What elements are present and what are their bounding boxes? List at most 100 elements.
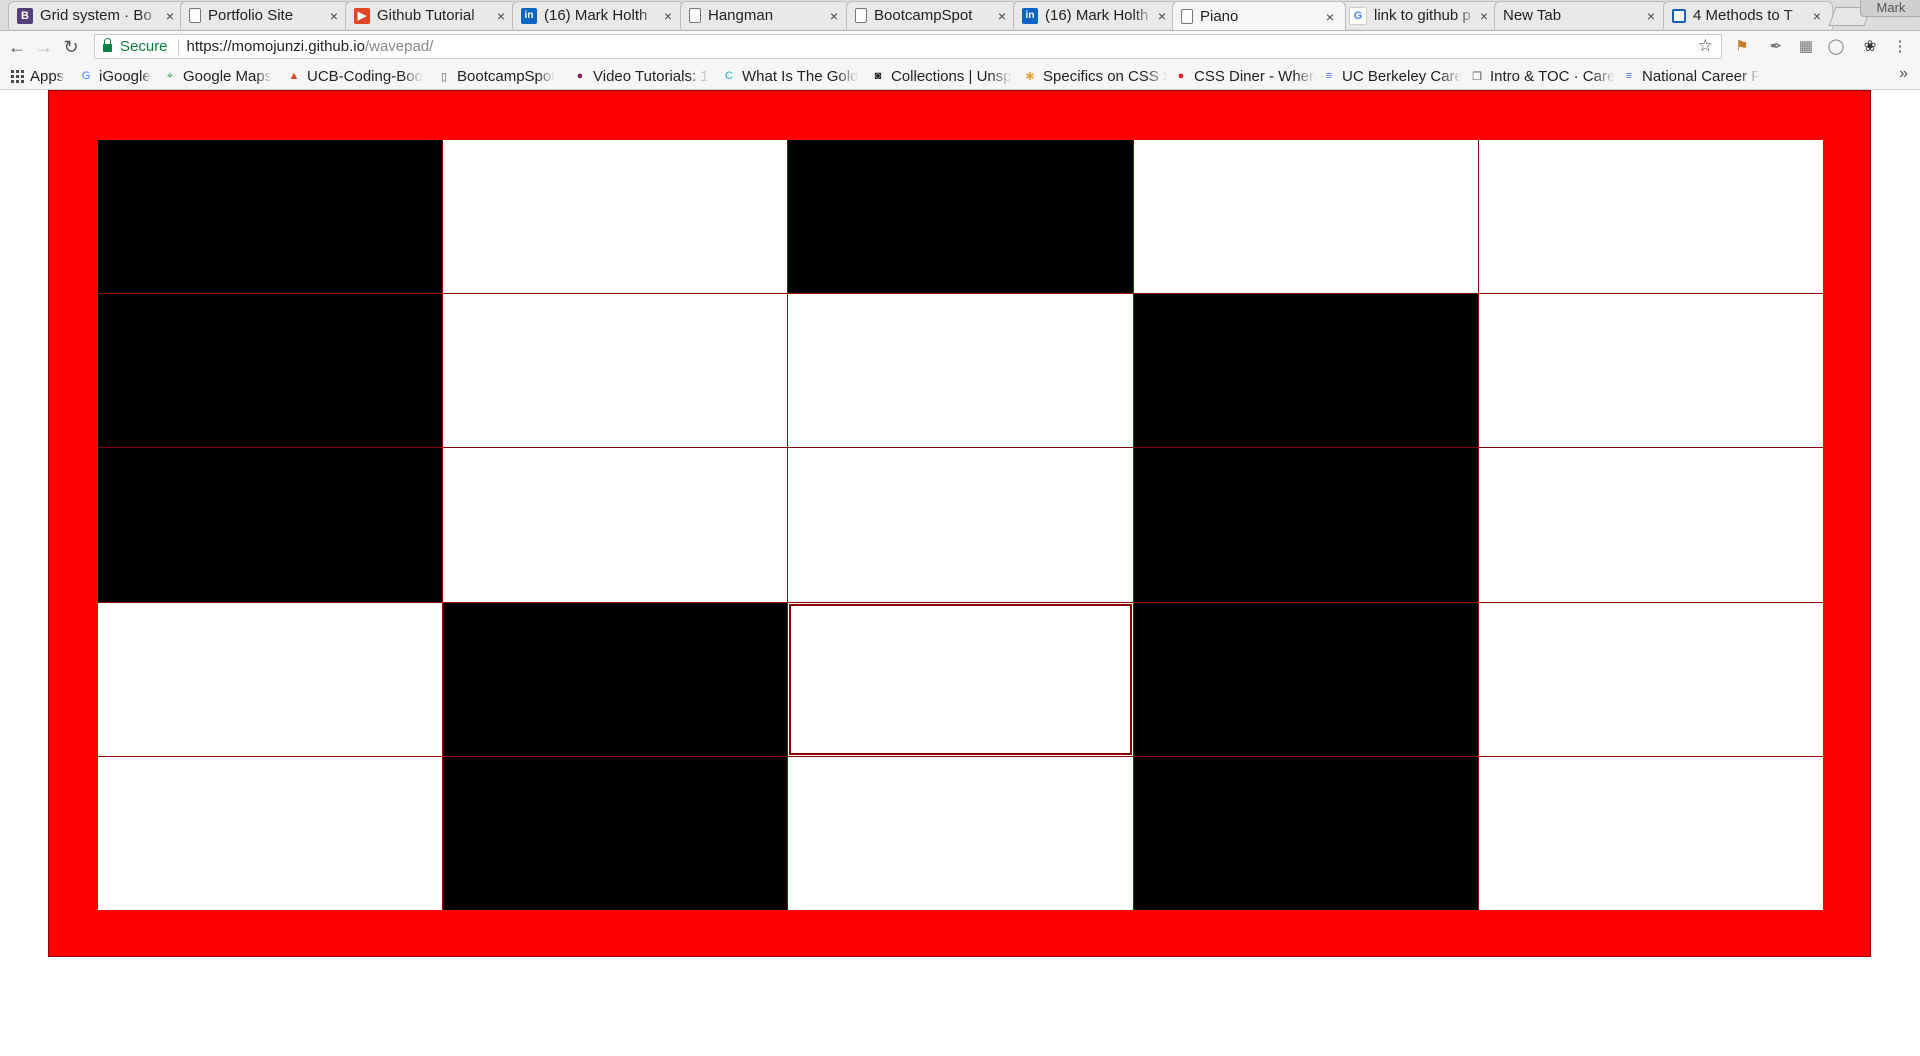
wavepad-frame: [48, 90, 1871, 957]
extension-swirl-icon[interactable]: ❀: [1860, 37, 1880, 57]
wavepad-key-black[interactable]: [1133, 294, 1478, 448]
bookmark-label: UCB-Coding-Boo: [307, 67, 423, 85]
close-tab-icon[interactable]: ×: [827, 8, 841, 24]
browser-tab[interactable]: B Grid system · Bo ×: [8, 1, 186, 29]
tab-title: Portfolio Site: [208, 7, 294, 24]
browser-tab[interactable]: in (16) Mark Holth ×: [512, 1, 684, 29]
close-tab-icon[interactable]: ×: [494, 8, 508, 24]
bookmark-item[interactable]: C What Is The Gold: [722, 66, 864, 86]
bookmark-item[interactable]: ▲ UCB-Coding-Boo: [287, 66, 427, 86]
wavepad-key-white[interactable]: [443, 294, 788, 448]
secure-label: Secure: [120, 38, 168, 55]
tab-title: Hangman: [708, 7, 774, 24]
wavepad-key-white[interactable]: [98, 756, 443, 910]
wavepad-key-white[interactable]: [788, 602, 1133, 756]
camera-icon: ◙: [874, 70, 882, 82]
bookmark-item[interactable]: ◙ Collections | Unsp: [871, 66, 1016, 86]
browser-tab[interactable]: BootcampSpot ×: [846, 1, 1018, 29]
tab-title: (16) Mark Holth: [544, 7, 648, 24]
bookmark-label: CSS Diner - Where: [1194, 67, 1316, 85]
bookmarks-overflow-icon[interactable]: »: [1899, 65, 1908, 83]
close-tab-icon[interactable]: ×: [163, 8, 177, 24]
wavepad-key-black[interactable]: [98, 140, 443, 294]
close-tab-icon[interactable]: ×: [327, 8, 341, 24]
browser-tab[interactable]: in (16) Mark Holth ×: [1013, 1, 1178, 29]
close-tab-icon[interactable]: ×: [1644, 8, 1658, 24]
wavepad-key-black[interactable]: [443, 602, 788, 756]
bookmark-item[interactable]: GiGoogle: [79, 66, 157, 86]
close-tab-icon[interactable]: ×: [1323, 9, 1337, 25]
wavepad-key-white[interactable]: [1478, 140, 1823, 294]
extension-pin-icon[interactable]: ⚑: [1732, 37, 1752, 57]
forward-arrow-icon[interactable]: →: [33, 36, 55, 58]
close-tab-icon[interactable]: ×: [1810, 8, 1824, 24]
close-tab-icon[interactable]: ×: [995, 8, 1009, 24]
wavepad-key-white[interactable]: [98, 602, 443, 756]
wavepad-key-white[interactable]: [1133, 140, 1478, 294]
browser-tab[interactable]: Hangman ×: [680, 1, 850, 29]
bookmark-star-icon[interactable]: ☆: [1698, 36, 1713, 56]
browser-tab[interactable]: New Tab ×: [1494, 1, 1667, 29]
bookmark-item[interactable]: ● CSS Diner - Where: [1174, 66, 1316, 86]
wavepad-key-white[interactable]: [443, 140, 788, 294]
bookmark-item[interactable]: ≡ National Career F: [1622, 66, 1762, 86]
close-tab-icon[interactable]: ×: [1477, 8, 1491, 24]
address-bar[interactable]: Secure https://momojunzi.github.io/wavep…: [94, 34, 1722, 59]
doc-icon: ≡: [1325, 70, 1333, 82]
bookmark-item[interactable]: Apps: [10, 66, 70, 86]
bookmark-item[interactable]: ⌖ Google Maps: [163, 66, 281, 86]
bookmark-item[interactable]: ● Video Tutorials: 1: [573, 66, 713, 86]
bookmark-item[interactable]: ≡ UC Berkeley Care: [1322, 66, 1462, 86]
browser-tab[interactable]: Glink to github p ×: [1340, 1, 1500, 29]
page-icon: [689, 8, 701, 23]
gitlab-icon: ▲: [288, 70, 300, 82]
bookmark-label: Specifics on CSS S: [1043, 67, 1168, 85]
browser-tab[interactable]: Piano ×: [1172, 1, 1346, 30]
bookmark-item[interactable]: ▯ BootcampSpot: [437, 66, 567, 86]
google-icon: G: [1349, 6, 1367, 25]
wavepad-key-white[interactable]: [788, 294, 1133, 448]
tab-title: New Tab: [1503, 7, 1562, 24]
apps-grid-icon: [10, 69, 24, 83]
back-arrow-icon[interactable]: ←: [6, 36, 28, 58]
close-tab-icon[interactable]: ×: [1155, 8, 1169, 24]
wavepad-key-white[interactable]: [1478, 448, 1823, 602]
extension-eyedropper-icon[interactable]: ✒: [1766, 37, 1786, 57]
bookmark-label: Collections | Unsp: [891, 67, 1012, 85]
wavepad-key-black[interactable]: [1133, 448, 1478, 602]
page-icon: [855, 8, 867, 23]
tab-strip: B Grid system · Bo × Portfolio Site × ▶ Github…: [0, 0, 1920, 31]
wavepad-key-white[interactable]: [1478, 294, 1823, 448]
wavepad-key-black[interactable]: [98, 294, 443, 448]
bookmark-item[interactable]: ❐ Intro & TOC · Care: [1470, 66, 1615, 86]
wavepad-key-white[interactable]: [1478, 756, 1823, 910]
browser-tab[interactable]: 4 Methods to T ×: [1663, 1, 1833, 29]
wavepad-key-black[interactable]: [98, 448, 443, 602]
close-tab-icon[interactable]: ×: [661, 8, 675, 24]
wavepad-key-white[interactable]: [1478, 602, 1823, 756]
wavepad-key-white[interactable]: [443, 448, 788, 602]
menu-kebab-icon[interactable]: ⋮: [1890, 37, 1910, 57]
wavepad-key-black[interactable]: [788, 140, 1133, 294]
wavepad-key-white[interactable]: [788, 756, 1133, 910]
extension-keyboard-icon[interactable]: ▦: [1796, 37, 1816, 57]
profile-button[interactable]: Mark: [1860, 0, 1920, 17]
wavepad-key-black[interactable]: [443, 756, 788, 910]
wavepad-key-black[interactable]: [1133, 602, 1478, 756]
url-path: /wavepad/: [364, 38, 434, 55]
dot-icon: ●: [1177, 70, 1185, 82]
page-icon: ▯: [440, 70, 448, 83]
browser-tab[interactable]: ▶ Github Tutorial ×: [345, 1, 517, 29]
extension-circle-icon[interactable]: ◯: [1826, 37, 1846, 57]
bookmark-item[interactable]: ✱ Specifics on CSS S: [1023, 66, 1168, 86]
wavepad-key-white[interactable]: [788, 448, 1133, 602]
video-icon: ●: [576, 70, 584, 82]
browser-tab[interactable]: Portfolio Site ×: [180, 1, 350, 29]
bookmark-label: What Is The Gold: [742, 67, 859, 85]
tab-title: (16) Mark Holth: [1045, 7, 1149, 24]
bookmark-label: Google Maps: [183, 67, 273, 85]
url-host: https://momojunzi.github.io: [186, 38, 365, 55]
wavepad-key-black[interactable]: [1133, 756, 1478, 910]
reload-icon[interactable]: ↻: [60, 36, 82, 58]
tab-title: BootcampSpot: [874, 7, 973, 24]
